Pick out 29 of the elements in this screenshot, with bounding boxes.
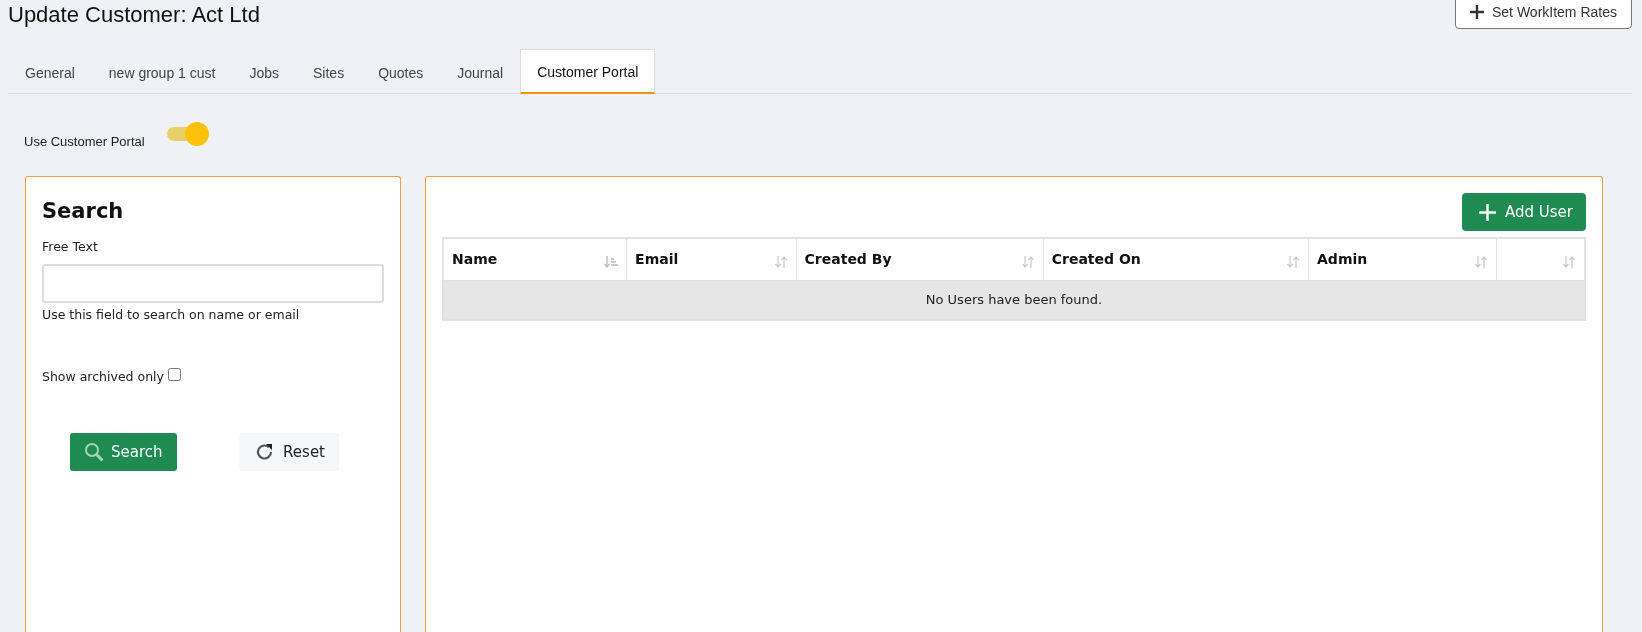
free-text-field[interactable] [42, 264, 384, 303]
toggle-label: Use Customer Portal [24, 133, 145, 149]
tab[interactable]: Jobs [232, 49, 296, 94]
checkbox-label: Show archived only [42, 369, 164, 384]
plus-icon [1479, 203, 1496, 221]
field-label: Free Text [42, 239, 99, 254]
field-help: Use this field to search on name or email [42, 307, 301, 322]
add-user-button[interactable]: Add User [1462, 193, 1586, 231]
column-header[interactable]: Admin [1308, 238, 1497, 280]
plus-icon [1470, 5, 1484, 19]
column-header[interactable]: Created On [1043, 238, 1309, 280]
archived-checkbox[interactable] [167, 368, 181, 381]
column-header[interactable]: Created By [796, 238, 1044, 280]
page-title: Update Customer: Act Ltd [8, 2, 260, 28]
tab[interactable]: Quotes [361, 49, 441, 94]
search-icon [84, 442, 104, 462]
column-header[interactable]: Name [443, 238, 627, 280]
reset-button[interactable]: Reset [239, 433, 339, 471]
tab[interactable]: Sites [296, 49, 362, 94]
tab[interactable]: General [8, 49, 92, 94]
tab[interactable]: Customer Portal [520, 49, 656, 94]
column-header[interactable]: Email [626, 238, 797, 280]
tab[interactable]: new group 1 cust [91, 49, 233, 94]
search-button[interactable]: Search [70, 433, 177, 471]
panel-title: Search [42, 199, 125, 223]
tab[interactable]: Journal [440, 49, 521, 94]
empty-message: No Users have been found. [443, 280, 1585, 320]
toggle-switch[interactable] [166, 122, 209, 146]
set-rates-button[interactable]: Set WorkItem Rates [1455, 0, 1632, 29]
